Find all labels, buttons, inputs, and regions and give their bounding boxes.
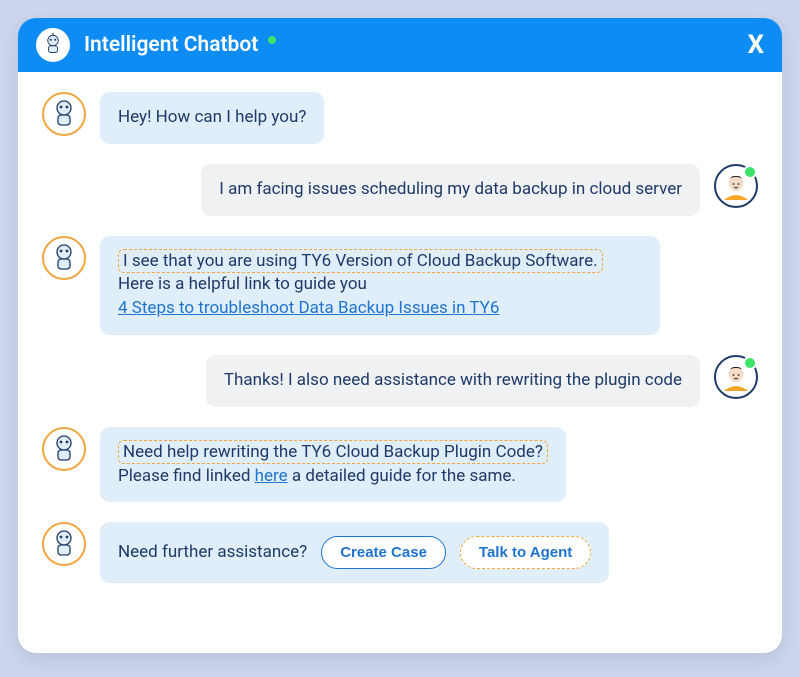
user-message-bubble: Thanks! I also need assistance with rewr… bbox=[206, 355, 700, 407]
chat-window: Intelligent Chatbot X Hey! How can I hel… bbox=[18, 18, 782, 653]
assistance-prompt: Need further assistance? bbox=[118, 541, 307, 565]
bot-message-bubble: Need further assistance? Create Case Tal… bbox=[100, 522, 609, 583]
talk-to-agent-button[interactable]: Talk to Agent bbox=[460, 536, 591, 569]
robot-head-icon bbox=[48, 98, 80, 130]
person-avatar-icon bbox=[720, 170, 752, 202]
person-avatar-icon bbox=[720, 361, 752, 393]
message-row: Thanks! I also need assistance with rewr… bbox=[42, 355, 758, 407]
message-text-prefix: Please find linked bbox=[118, 466, 255, 486]
close-button[interactable]: X bbox=[747, 32, 764, 58]
status-online-dot bbox=[268, 36, 276, 44]
assistance-row: Need further assistance? Create Case Tal… bbox=[42, 522, 758, 583]
highlighted-text: I see that you are using TY6 Version of … bbox=[118, 249, 603, 273]
bot-avatar bbox=[42, 236, 86, 280]
bot-message-bubble: Hey! How can I help you? bbox=[100, 92, 324, 144]
message-text: Here is a helpful link to guide you bbox=[118, 274, 367, 294]
robot-head-icon bbox=[48, 433, 80, 465]
message-text: I am facing issues scheduling my data ba… bbox=[219, 179, 682, 199]
robot-head-icon bbox=[41, 33, 65, 57]
user-message-bubble: I am facing issues scheduling my data ba… bbox=[201, 164, 700, 216]
bot-avatar bbox=[42, 522, 86, 566]
chat-title: Intelligent Chatbot bbox=[84, 33, 733, 57]
bot-avatar bbox=[42, 427, 86, 471]
message-text: Thanks! I also need assistance with rewr… bbox=[224, 370, 682, 390]
message-row: I see that you are using TY6 Version of … bbox=[42, 236, 758, 335]
message-row: Hey! How can I help you? bbox=[42, 92, 758, 144]
header-bot-avatar bbox=[36, 28, 70, 62]
chat-title-text: Intelligent Chatbot bbox=[84, 33, 258, 57]
user-avatar bbox=[714, 164, 758, 208]
message-text: Hey! How can I help you? bbox=[118, 107, 306, 127]
bot-message-bubble: I see that you are using TY6 Version of … bbox=[100, 236, 660, 335]
robot-head-icon bbox=[48, 528, 80, 560]
message-text-suffix: a detailed guide for the same. bbox=[288, 466, 516, 486]
robot-head-icon bbox=[48, 242, 80, 274]
help-article-link[interactable]: 4 Steps to troubleshoot Data Backup Issu… bbox=[118, 298, 499, 318]
create-case-button[interactable]: Create Case bbox=[321, 536, 446, 569]
user-avatar bbox=[714, 355, 758, 399]
chat-header: Intelligent Chatbot X bbox=[18, 18, 782, 72]
bot-avatar bbox=[42, 92, 86, 136]
bot-message-bubble: Need help rewriting the TY6 Cloud Backup… bbox=[100, 427, 566, 503]
message-row: I am facing issues scheduling my data ba… bbox=[42, 164, 758, 216]
message-row: Need help rewriting the TY6 Cloud Backup… bbox=[42, 427, 758, 503]
inline-guide-link[interactable]: here bbox=[255, 466, 288, 486]
highlighted-text: Need help rewriting the TY6 Cloud Backup… bbox=[118, 440, 548, 464]
chat-body: Hey! How can I help you? I am facing iss… bbox=[18, 72, 782, 653]
